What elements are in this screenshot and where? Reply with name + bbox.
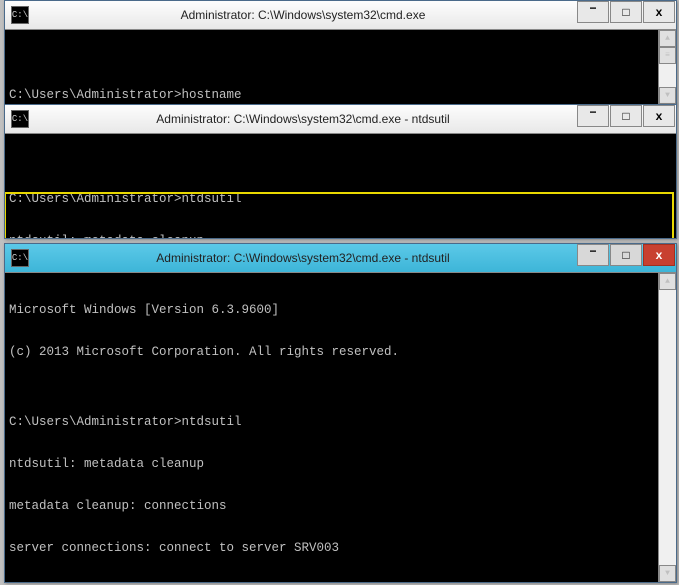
scroll-track[interactable] xyxy=(659,64,676,87)
cmd-icon: C:\ xyxy=(11,249,29,267)
scrollbar: ▲ ≡ ▼ xyxy=(658,30,676,104)
window-title: Administrator: C:\Windows\system32\cmd.e… xyxy=(29,112,577,126)
window-title: Administrator: C:\Windows\system32\cmd.e… xyxy=(29,251,577,265)
cmd-icon: C:\ xyxy=(11,6,29,24)
minimize-button[interactable]: − xyxy=(577,1,609,23)
scroll-grip-icon[interactable]: ≡ xyxy=(659,47,676,64)
maximize-button[interactable]: □ xyxy=(610,244,642,266)
cmd-icon: C:\ xyxy=(11,110,29,128)
minimize-button[interactable]: − xyxy=(577,105,609,127)
window-controls: − □ x xyxy=(577,244,676,272)
titlebar[interactable]: C:\ Administrator: C:\Windows\system32\c… xyxy=(5,244,676,273)
cmd-window-3: C:\ Administrator: C:\Windows\system32\c… xyxy=(4,243,677,583)
close-button[interactable]: x xyxy=(643,105,675,127)
console-area[interactable]: C:\Users\Administrator>ntdsutil ntdsutil… xyxy=(5,134,676,238)
console-line: C:\Users\Administrator>hostname xyxy=(9,88,656,102)
console-line: C:\Users\Administrator>ntdsutil xyxy=(9,192,674,206)
console-line: ntdsutil: metadata cleanup xyxy=(9,234,674,238)
close-button[interactable]: x xyxy=(643,1,675,23)
console-line: ntdsutil: metadata cleanup xyxy=(9,457,656,471)
maximize-button[interactable]: □ xyxy=(610,105,642,127)
console-area[interactable]: C:\Users\Administrator>hostname SRV001 C… xyxy=(5,30,676,104)
window-title: Administrator: C:\Windows\system32\cmd.e… xyxy=(29,8,577,22)
console-line: (c) 2013 Microsoft Corporation. All righ… xyxy=(9,345,656,359)
minimize-button[interactable]: − xyxy=(577,244,609,266)
cmd-window-2: C:\ Administrator: C:\Windows\system32\c… xyxy=(4,104,677,239)
window-controls: − □ x xyxy=(577,1,676,29)
console-line: C:\Users\Administrator>ntdsutil xyxy=(9,415,656,429)
console-line: server connections: connect to server SR… xyxy=(9,541,656,555)
scroll-down-button[interactable]: ▼ xyxy=(659,87,676,104)
titlebar[interactable]: C:\ Administrator: C:\Windows\system32\c… xyxy=(5,1,676,30)
console-line: Microsoft Windows [Version 6.3.9600] xyxy=(9,303,656,317)
scroll-track[interactable] xyxy=(659,290,676,565)
window-controls: − □ x xyxy=(577,105,676,133)
scroll-down-button[interactable]: ▼ xyxy=(659,565,676,582)
console-line: metadata cleanup: connections xyxy=(9,499,656,513)
close-button[interactable]: x xyxy=(643,244,675,266)
titlebar[interactable]: C:\ Administrator: C:\Windows\system32\c… xyxy=(5,105,676,134)
maximize-button[interactable]: □ xyxy=(610,1,642,23)
console-area[interactable]: Microsoft Windows [Version 6.3.9600] (c)… xyxy=(5,273,676,582)
scroll-up-button[interactable]: ▲ xyxy=(659,30,676,47)
scrollbar: ▲ ▼ xyxy=(658,273,676,582)
cmd-window-1: C:\ Administrator: C:\Windows\system32\c… xyxy=(4,0,677,105)
scroll-up-button[interactable]: ▲ xyxy=(659,273,676,290)
